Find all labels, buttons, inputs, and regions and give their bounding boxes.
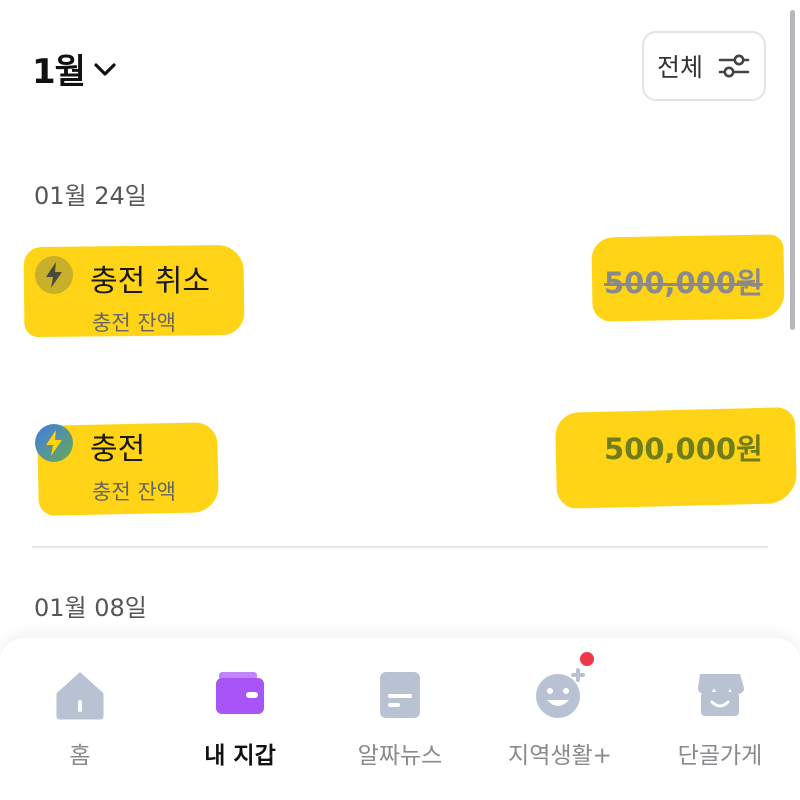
month-selector[interactable]: 1월 <box>32 44 119 93</box>
nav-label: 내 지갑 <box>204 743 276 769</box>
nav-item-local-life[interactable]: 지역생활+ <box>480 638 640 800</box>
nav-label: 알짜뉴스 <box>357 743 443 769</box>
transaction-amount: 500,000원 <box>604 432 763 466</box>
wallet-screen: 1월 전체 01월 24일 충전 취소 충전 잔액 500,000원 충전 충전… <box>0 0 800 800</box>
nav-label: 지역생활+ <box>508 743 612 769</box>
bottom-nav: 홈 내 지갑 알짜뉴스 지역생활+ 단골가게 <box>0 638 800 800</box>
notification-dot <box>580 652 594 666</box>
transaction-title: 충전 <box>90 432 146 467</box>
transaction-subtitle: 충전 잔액 <box>92 311 176 335</box>
date-header: 01월 08일 <box>34 594 147 622</box>
nav-label: 단골가게 <box>677 743 763 769</box>
chevron-down-icon <box>94 62 116 76</box>
nav-item-wallet[interactable]: 내 지갑 <box>160 638 320 800</box>
transaction-title: 충전 취소 <box>90 264 210 299</box>
home-icon <box>56 672 104 720</box>
nav-item-news[interactable]: 알짜뉴스 <box>320 638 480 800</box>
nav-item-home[interactable]: 홈 <box>0 638 160 800</box>
filter-label: 전체 <box>656 53 703 82</box>
store-icon <box>698 674 744 716</box>
transaction-subtitle: 충전 잔액 <box>92 480 176 504</box>
nav-item-favorite-store[interactable]: 단골가게 <box>640 638 800 800</box>
nav-label: 홈 <box>69 743 91 769</box>
section-divider <box>32 546 768 548</box>
sliders-icon <box>718 54 750 78</box>
charge-icon <box>35 424 73 462</box>
date-header: 01월 24일 <box>34 182 147 210</box>
transaction-row[interactable]: 충전 취소 충전 잔액 500,000원 <box>0 234 800 350</box>
wallet-icon <box>216 672 264 714</box>
transaction-amount: 500,000원 <box>604 266 763 300</box>
charge-cancel-icon <box>35 256 73 294</box>
transaction-row[interactable]: 충전 충전 잔액 500,000원 <box>0 407 800 520</box>
month-label: 1월 <box>32 52 86 92</box>
news-icon <box>380 672 420 718</box>
smile-plus-icon <box>530 652 594 724</box>
scrollbar-thumb[interactable] <box>790 10 795 330</box>
filter-button[interactable]: 전체 <box>642 31 766 101</box>
